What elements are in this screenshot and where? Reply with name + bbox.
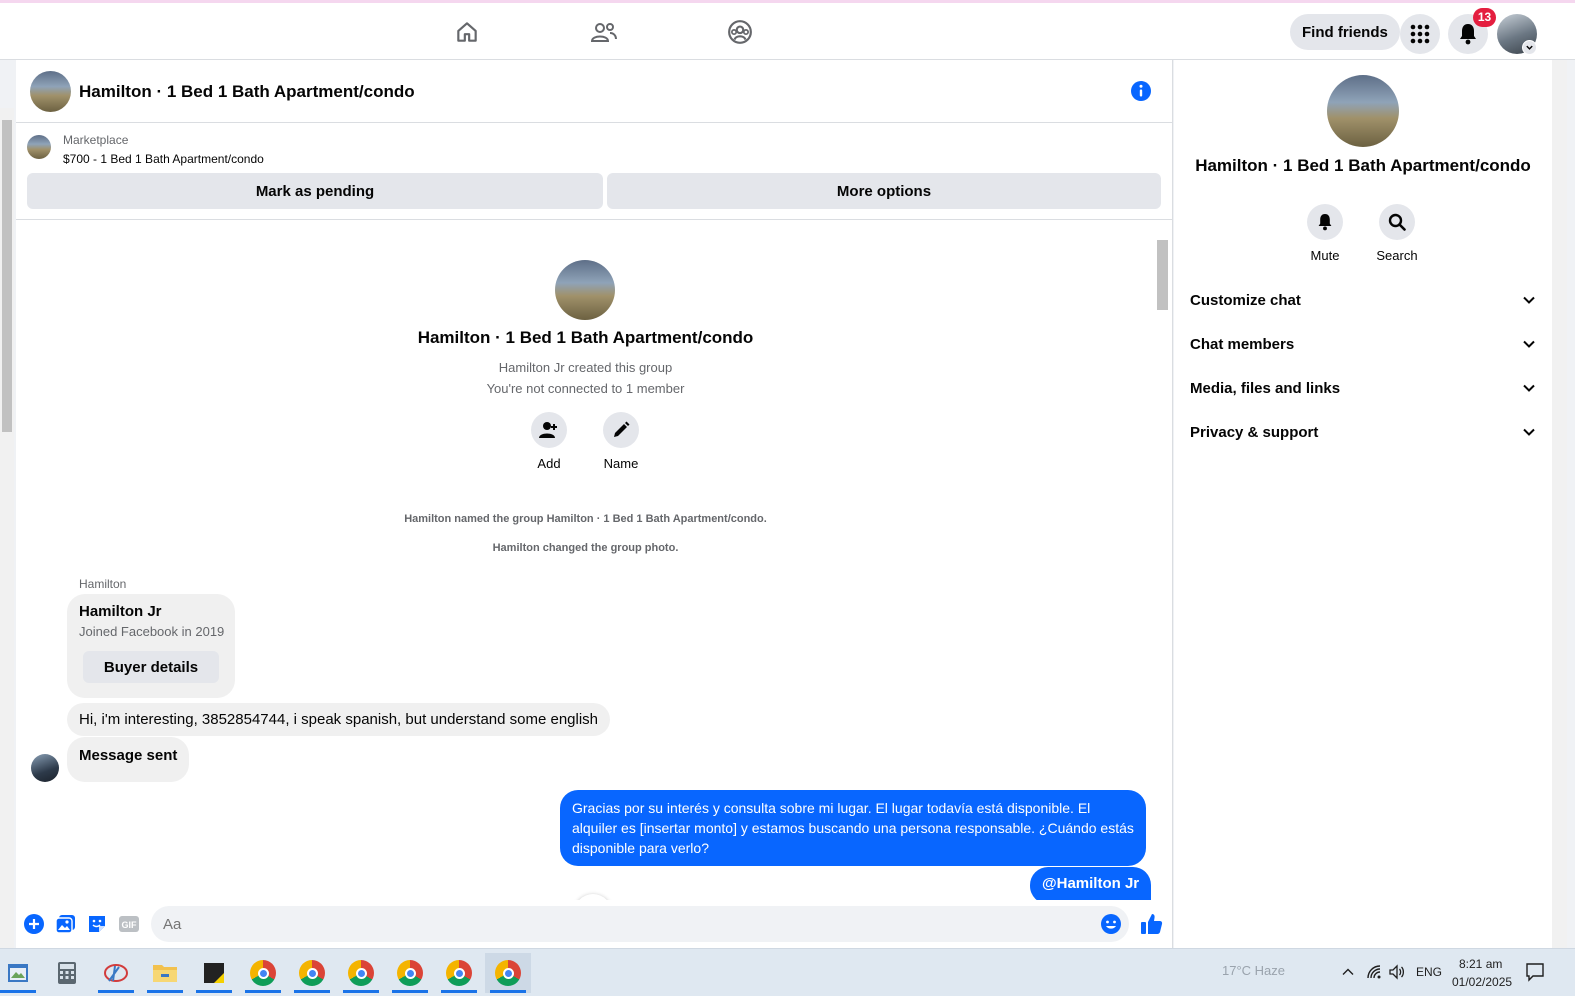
marketplace-listing-bar: Marketplace $700 - 1 Bed 1 Bath Apartmen…	[16, 124, 1173, 220]
section-label: Customize chat	[1190, 291, 1301, 309]
system-note: Hamilton changed the group photo.	[492, 542, 679, 554]
message-thread: Hamilton · 1 Bed 1 Bath Apartment/condo …	[16, 220, 1173, 900]
bell-icon[interactable]	[1307, 204, 1343, 240]
friends-icon[interactable]	[589, 17, 619, 47]
home-icon[interactable]	[452, 17, 482, 47]
notification-count-badge: 13	[1473, 8, 1496, 27]
outgoing-message[interactable]: Gracias por su interés y consulta sobre …	[560, 790, 1146, 866]
chat-title[interactable]: Hamilton · 1 Bed 1 Bath Apartment/condo	[79, 82, 415, 102]
info-icon[interactable]	[1130, 80, 1152, 102]
mute-label: Mute	[1310, 248, 1340, 263]
system-note: Hamilton named the group Hamilton · 1 Be…	[404, 513, 767, 525]
search-label: Search	[1376, 248, 1418, 263]
info-panel-scrollbar[interactable]	[1552, 60, 1567, 948]
buyer-joined-date: Joined Facebook in 2019	[79, 624, 225, 639]
group-intro-title: Hamilton · 1 Bed 1 Bath Apartment/condo	[417, 328, 754, 347]
pencil-icon[interactable]	[603, 412, 639, 448]
section-label: Chat members	[1190, 335, 1295, 353]
add-label: Add	[537, 456, 561, 471]
info-title: Hamilton · 1 Bed 1 Bath Apartment/condo	[1195, 156, 1531, 175]
group-avatar[interactable]	[30, 71, 71, 112]
page-scrollbar[interactable]	[0, 108, 14, 948]
taskbar-chrome-profile-4-icon[interactable]	[387, 953, 433, 993]
media-files-links-section[interactable]: Media, files and links	[1190, 366, 1536, 410]
clock-time[interactable]: 8:21 am	[1459, 957, 1502, 971]
account-chevron-down-icon[interactable]	[1522, 40, 1537, 55]
incoming-message[interactable]: Message sent	[67, 737, 190, 782]
add-member-action[interactable]: Add	[519, 412, 579, 471]
incoming-message[interactable]: Hi, i'm interesting, 3852854744, i speak…	[67, 703, 611, 736]
find-friends-button[interactable]: Find friends	[1290, 14, 1400, 50]
listing-title[interactable]: $700 - 1 Bed 1 Bath Apartment/condo	[63, 152, 264, 166]
buyer-name: Hamilton Jr	[79, 603, 162, 620]
input-language-indicator[interactable]: ENG	[1416, 965, 1442, 979]
buyer-card: Hamilton Jr Joined Facebook in 2019 Buye…	[67, 594, 235, 698]
taskbar-chrome-profile-5-icon[interactable]	[436, 953, 482, 993]
group-photo	[555, 260, 615, 320]
privacy-support-section[interactable]: Privacy & support	[1190, 410, 1536, 454]
gif-icon[interactable]: GIF	[118, 913, 140, 935]
taskbar-snipping-tool-icon[interactable]	[93, 953, 139, 993]
groups-icon[interactable]	[725, 17, 755, 47]
message-composer: GIF	[16, 900, 1173, 948]
name-label: Name	[603, 456, 639, 471]
more-options-button[interactable]: More options	[607, 173, 1161, 209]
sender-name: Hamilton	[79, 577, 127, 591]
customize-chat-section[interactable]: Customize chat	[1190, 278, 1536, 322]
photo-icon[interactable]	[55, 913, 77, 935]
chevron-down-icon	[1523, 428, 1535, 436]
sticker-icon[interactable]	[86, 913, 108, 935]
info-group-avatar[interactable]	[1327, 75, 1399, 147]
chat-panel: Hamilton · 1 Bed 1 Bath Apartment/condo …	[16, 60, 1173, 948]
buyer-details-button[interactable]: Buyer details	[83, 651, 219, 683]
chat-members-section[interactable]: Chat members	[1190, 322, 1536, 366]
section-label: Privacy & support	[1190, 423, 1319, 441]
windows-taskbar: 17°C Haze ENG 8:21 am 01/02/2025	[0, 948, 1575, 996]
wifi-icon[interactable]	[1366, 964, 1382, 985]
taskbar-chrome-profile-6-icon[interactable]	[485, 953, 531, 993]
name-group-action[interactable]: Name	[591, 412, 651, 471]
show-hidden-icons-chevron-up-icon[interactable]	[1341, 965, 1355, 984]
search-action[interactable]: Search	[1367, 204, 1427, 263]
mute-action[interactable]: Mute	[1295, 204, 1355, 263]
page-scrollbar-thumb[interactable]	[2, 120, 12, 432]
add-person-icon[interactable]	[531, 412, 567, 448]
listing-thumbnail[interactable]	[27, 135, 51, 159]
message-input[interactable]	[151, 906, 1129, 942]
chevron-down-icon	[1523, 384, 1535, 392]
marketplace-label: Marketplace	[63, 133, 129, 147]
clock-date[interactable]: 01/02/2025	[1452, 975, 1512, 989]
mark-as-pending-button[interactable]: Mark as pending	[27, 173, 603, 209]
group-created-note: Hamilton Jr created this group	[498, 360, 673, 375]
sender-avatar[interactable]	[31, 754, 59, 782]
taskbar-file-explorer-icon[interactable]	[142, 953, 188, 993]
plus-circle-icon[interactable]	[23, 913, 45, 935]
svg-text:GIF: GIF	[122, 920, 138, 930]
section-label: Media, files and links	[1190, 379, 1341, 397]
conversation-info-panel: Hamilton · 1 Bed 1 Bath Apartment/condo …	[1174, 60, 1552, 948]
taskbar-sticky-notes-icon[interactable]	[191, 953, 237, 993]
chat-header: Hamilton · 1 Bed 1 Bath Apartment/condo	[16, 60, 1173, 123]
notification-center-icon[interactable]	[1525, 962, 1545, 987]
weather-widget[interactable]: 17°C Haze	[1222, 963, 1285, 978]
menu-grid-icon[interactable]	[1400, 14, 1440, 54]
top-navigation-bar: Find friends 13	[0, 0, 1575, 60]
taskbar-chrome-profile-3-icon[interactable]	[338, 953, 384, 993]
connection-note: You're not connected to 1 member	[486, 381, 685, 396]
taskbar-app-window-icon[interactable]	[0, 953, 41, 993]
thread-scrollbar[interactable]	[1155, 224, 1170, 896]
chevron-down-icon	[1523, 296, 1535, 304]
emoji-icon[interactable]	[1100, 913, 1122, 935]
chevron-down-icon	[1523, 340, 1535, 348]
taskbar-calculator-icon[interactable]	[44, 953, 90, 993]
taskbar-chrome-profile-2-icon[interactable]	[289, 953, 335, 993]
thumbs-up-icon[interactable]	[1140, 913, 1164, 935]
speaker-volume-icon[interactable]	[1389, 964, 1405, 985]
thread-scrollbar-thumb[interactable]	[1157, 240, 1168, 310]
outgoing-mention-message[interactable]: @Hamilton Jr	[1030, 867, 1152, 900]
taskbar-chrome-profile-1-icon[interactable]	[240, 953, 286, 993]
search-icon[interactable]	[1379, 204, 1415, 240]
